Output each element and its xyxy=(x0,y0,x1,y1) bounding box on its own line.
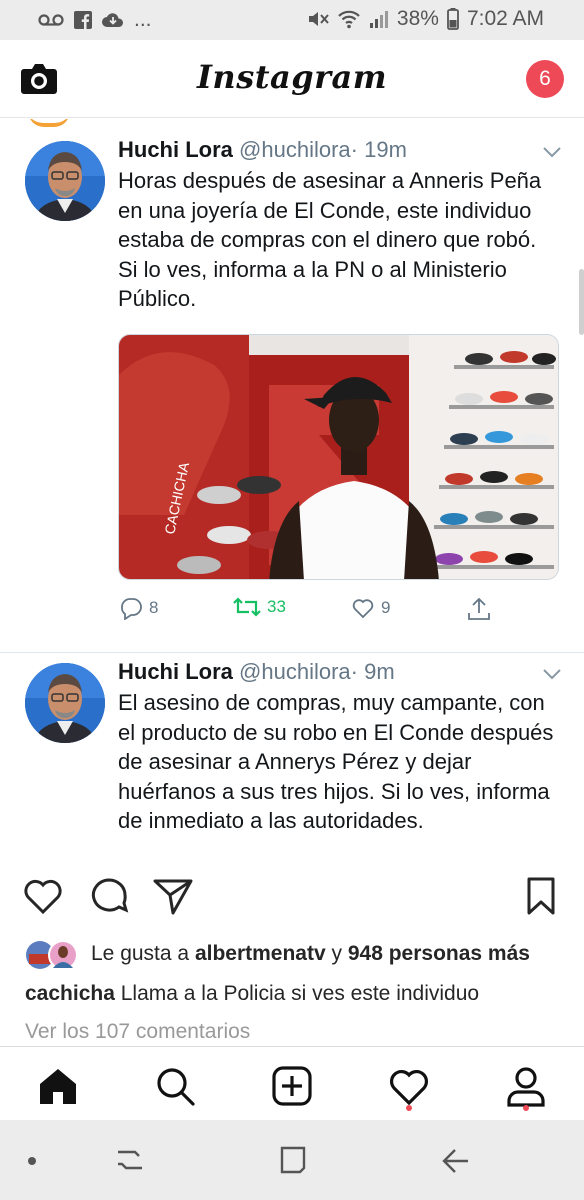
tweet-time: · 19m xyxy=(350,137,407,162)
likes-prefix: Le gusta a xyxy=(91,942,190,965)
reply-icon xyxy=(121,598,142,620)
chevron-down-icon[interactable] xyxy=(542,668,562,680)
activity-heart-icon[interactable] xyxy=(388,1065,430,1107)
scrollbar[interactable] xyxy=(579,269,584,335)
tweet-header: Huchi Lora @huchilora· 9m xyxy=(118,658,395,686)
bottom-nav xyxy=(0,1046,584,1120)
search-icon[interactable] xyxy=(154,1065,196,1107)
post-actions xyxy=(0,876,584,926)
back-icon[interactable] xyxy=(440,1146,472,1176)
reply-button[interactable]: 8 xyxy=(118,596,158,620)
tweet-author-handle[interactable]: @huchilora xyxy=(239,137,351,162)
retweet-button[interactable]: 33 xyxy=(232,596,286,618)
tweet-author-name[interactable]: Huchi Lora xyxy=(118,137,233,162)
caption-text: Llama a la Policia si ves este individuo xyxy=(120,982,480,1005)
caption: cachicha Llama a la Policia si ves este … xyxy=(25,982,479,1006)
avatar xyxy=(25,141,105,221)
activity-dot xyxy=(406,1105,412,1111)
notification-badge[interactable]: 6 xyxy=(526,60,564,98)
recent-apps-icon[interactable] xyxy=(114,1146,146,1176)
profile-icon[interactable] xyxy=(505,1065,547,1107)
tweet-author-name[interactable]: Huchi Lora xyxy=(118,659,233,684)
tweet-text: Horas después de asesinar a Anneris Peña… xyxy=(118,168,542,311)
tweet-author-handle[interactable]: @huchilora xyxy=(239,659,351,684)
like-button[interactable]: 9 xyxy=(350,596,390,620)
likes-join: y xyxy=(331,942,343,965)
clock: 7:02 AM xyxy=(466,7,544,30)
like-count: 9 xyxy=(381,598,391,617)
signal-icon xyxy=(369,11,388,28)
bookmark-icon[interactable] xyxy=(526,876,556,916)
comment-icon[interactable] xyxy=(88,876,130,916)
android-nav-bar xyxy=(0,1120,584,1200)
home-button-icon[interactable] xyxy=(278,1144,308,1176)
chevron-down-icon[interactable] xyxy=(542,146,562,158)
battery-percent: 38% xyxy=(396,7,439,30)
mute-icon xyxy=(308,12,329,26)
profile-dot xyxy=(523,1105,529,1111)
tweet-card: Huchi Lora @huchilora· 9m El asesino de … xyxy=(0,652,584,833)
voicemail-icon xyxy=(38,14,64,26)
liker-avatars[interactable] xyxy=(25,940,81,970)
status-bar: ... 38% 7:02 AM xyxy=(0,0,584,40)
tweet-photo[interactable]: CACHICHA xyxy=(118,334,559,580)
avatar xyxy=(25,663,105,743)
share-button[interactable] xyxy=(466,596,492,622)
status-more: ... xyxy=(134,8,152,31)
share-icon xyxy=(468,597,490,620)
heart-outline-icon xyxy=(352,599,374,619)
battery-icon xyxy=(447,8,459,30)
wifi-icon xyxy=(338,10,360,29)
nav-dot-indicator[interactable] xyxy=(28,1157,36,1165)
heart-icon[interactable] xyxy=(22,876,64,916)
view-comments-link[interactable]: Ver los 107 comentarios xyxy=(25,1020,250,1044)
caption-username[interactable]: cachicha xyxy=(25,982,115,1005)
send-icon[interactable] xyxy=(152,876,194,916)
likes-row: Le gusta a albertmenatv y 948 personas m… xyxy=(25,940,564,972)
tweet-time: · 9m xyxy=(350,659,395,684)
facebook-icon xyxy=(74,11,92,29)
retweet-icon xyxy=(233,597,261,617)
home-icon[interactable] xyxy=(37,1065,79,1107)
liker-username[interactable]: albertmenatv xyxy=(195,942,326,965)
add-post-icon[interactable] xyxy=(271,1065,313,1107)
download-cloud-icon xyxy=(102,13,124,27)
tweet-text: El asesino de compras, muy campante, con… xyxy=(118,690,554,833)
likes-count[interactable]: 948 personas más xyxy=(348,942,530,965)
tweet-header: Huchi Lora @huchilora· 19m xyxy=(118,136,407,164)
retweet-count: 33 xyxy=(267,597,286,616)
story-ring xyxy=(28,119,70,127)
instagram-logo: Instagram xyxy=(196,58,388,96)
tweet-actions: 8 33 9 xyxy=(118,596,558,626)
app-header: Instagram 6 xyxy=(0,40,584,118)
reply-count: 8 xyxy=(149,598,159,617)
